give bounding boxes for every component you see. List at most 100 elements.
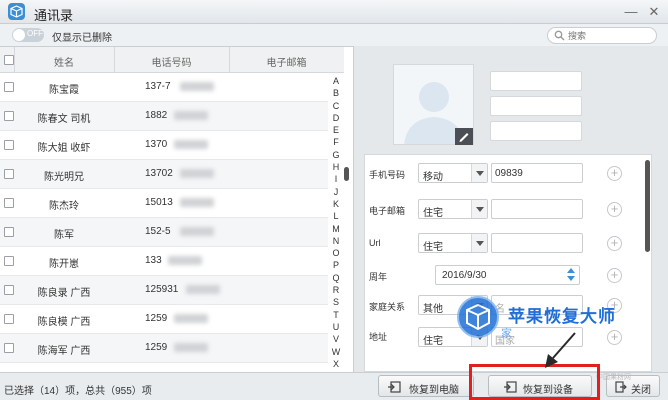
- alphabet-letter[interactable]: C: [330, 100, 342, 112]
- table-row[interactable]: 陈军 152-5: [0, 218, 328, 247]
- table-row[interactable]: 陈良模 广西 1259: [0, 305, 328, 334]
- add-email-button[interactable]: +: [607, 202, 622, 217]
- column-header-phone[interactable]: 电话号码: [114, 54, 229, 69]
- contact-name: 陈杰玲: [49, 201, 79, 212]
- alphabet-letter[interactable]: H: [330, 161, 342, 173]
- alphabet-letter[interactable]: S: [330, 296, 342, 308]
- close-window-button[interactable]: ✕: [645, 3, 663, 20]
- search-input[interactable]: [568, 29, 652, 42]
- add-address-button[interactable]: +: [607, 330, 622, 345]
- select-value: 住宅: [423, 242, 443, 253]
- detail-scrollbar[interactable]: [645, 160, 650, 252]
- add-url-button[interactable]: +: [607, 236, 622, 251]
- show-deleted-toggle[interactable]: OFF: [12, 28, 44, 42]
- selection-status: 已选择（14）项，总共（955）项: [4, 386, 152, 397]
- window-title: 通讯录: [34, 8, 74, 23]
- alphabet-letter[interactable]: N: [330, 235, 342, 247]
- alphabet-letter[interactable]: Q: [330, 272, 342, 284]
- table-row[interactable]: 陈宝霞 137-7: [0, 73, 328, 102]
- redacted-digits: [180, 227, 214, 236]
- table-row[interactable]: 陈良录 广西 125931: [0, 276, 328, 305]
- table-row[interactable]: 陈杰玲 15013: [0, 189, 328, 218]
- alphabet-letter[interactable]: I: [330, 173, 342, 185]
- contact-phone: 133: [145, 255, 162, 266]
- field-label-url: Url: [369, 238, 381, 248]
- restore-to-computer-button[interactable]: 恢复到电脑: [378, 375, 474, 397]
- edit-photo-button[interactable]: [455, 128, 473, 145]
- add-anniversary-button[interactable]: +: [607, 268, 622, 283]
- field-label-mobile: 手机号码: [369, 170, 406, 180]
- row-checkbox[interactable]: [4, 285, 14, 295]
- contact-phone: 152-5: [145, 226, 171, 237]
- add-mobile-button[interactable]: +: [607, 166, 622, 181]
- search-box[interactable]: [547, 27, 657, 44]
- row-checkbox[interactable]: [4, 343, 14, 353]
- mobile-type-select[interactable]: 移动: [418, 163, 488, 183]
- minimize-button[interactable]: —: [622, 3, 640, 20]
- alphabet-letter[interactable]: O: [330, 247, 342, 259]
- redacted-digits: [174, 343, 208, 352]
- list-scrollbar[interactable]: [344, 167, 349, 181]
- url-type-select[interactable]: 住宅: [418, 233, 488, 253]
- alphabet-letter[interactable]: R: [330, 284, 342, 296]
- anniversary-date-input[interactable]: 2016/9/30: [435, 265, 580, 285]
- alphabet-letter[interactable]: L: [330, 210, 342, 222]
- toggle-knob: [13, 29, 25, 41]
- select-all-checkbox[interactable]: [4, 55, 14, 65]
- table-row[interactable]: 陈光明兄 13702: [0, 160, 328, 189]
- column-header-email[interactable]: 电子邮箱: [229, 54, 344, 69]
- email-input[interactable]: [491, 199, 583, 219]
- select-value: 住宅: [423, 208, 443, 219]
- column-header-name[interactable]: 姓名: [14, 54, 114, 69]
- contact-list: 姓名 电话号码 电子邮箱 陈宝霞 137-7 陈春文 司机 1882 陈大姐 收虾 137…: [0, 46, 353, 400]
- title-bar: 通讯录 — ✕: [0, 0, 668, 24]
- contact-name: 陈开崽: [49, 259, 79, 270]
- alphabet-letter[interactable]: T: [330, 309, 342, 321]
- mobile-number-input[interactable]: 09839: [491, 163, 583, 183]
- url-input[interactable]: [491, 233, 583, 253]
- alphabet-letter[interactable]: P: [330, 259, 342, 271]
- contact-name: 陈海军 广西: [37, 346, 91, 357]
- row-checkbox[interactable]: [4, 198, 14, 208]
- table-row[interactable]: 陈开崽 133: [0, 247, 328, 276]
- first-name-field[interactable]: [490, 71, 582, 91]
- alphabet-letter[interactable]: W: [330, 346, 342, 358]
- row-checkbox[interactable]: [4, 111, 14, 121]
- alphabet-letter[interactable]: X: [330, 358, 342, 370]
- alphabet-letter[interactable]: J: [330, 186, 342, 198]
- alphabet-letter[interactable]: D: [330, 112, 342, 124]
- field-label-relation: 家庭关系: [369, 302, 406, 312]
- table-row[interactable]: 陈海军 广西 1259: [0, 334, 328, 363]
- anniversary-date-value: 2016/9/30: [442, 270, 487, 281]
- highlight-box: [469, 364, 600, 400]
- alphabet-letter[interactable]: A: [330, 75, 342, 87]
- contact-phone: 13702: [145, 168, 173, 179]
- row-checkbox[interactable]: [4, 227, 14, 237]
- email-type-select[interactable]: 住宅: [418, 199, 488, 219]
- alphabet-letter[interactable]: K: [330, 198, 342, 210]
- date-spinner-icon[interactable]: [567, 268, 575, 282]
- alphabet-letter[interactable]: G: [330, 149, 342, 161]
- redacted-digits: [174, 111, 208, 120]
- table-row[interactable]: 陈春文 司机 1882: [0, 102, 328, 131]
- button-label: 关闭: [631, 385, 651, 396]
- select-value: 移动: [423, 172, 443, 183]
- alphabet-letter[interactable]: V: [330, 333, 342, 345]
- select-value: 住宅: [423, 336, 443, 347]
- row-checkbox[interactable]: [4, 140, 14, 150]
- contact-phone: 1370: [145, 139, 168, 150]
- last-name-field[interactable]: [490, 96, 582, 116]
- alphabet-letter[interactable]: E: [330, 124, 342, 136]
- alphabet-letter[interactable]: U: [330, 321, 342, 333]
- row-checkbox[interactable]: [4, 256, 14, 266]
- alphabet-letter[interactable]: M: [330, 223, 342, 235]
- row-checkbox[interactable]: [4, 82, 14, 92]
- table-row[interactable]: 陈大姐 收虾 1370: [0, 131, 328, 160]
- company-field[interactable]: [490, 121, 582, 141]
- chevron-down-icon: [471, 234, 487, 252]
- show-deleted-label: 仅显示已删除: [52, 33, 112, 44]
- alphabet-letter[interactable]: F: [330, 136, 342, 148]
- row-checkbox[interactable]: [4, 169, 14, 179]
- row-checkbox[interactable]: [4, 314, 14, 324]
- alphabet-letter[interactable]: B: [330, 87, 342, 99]
